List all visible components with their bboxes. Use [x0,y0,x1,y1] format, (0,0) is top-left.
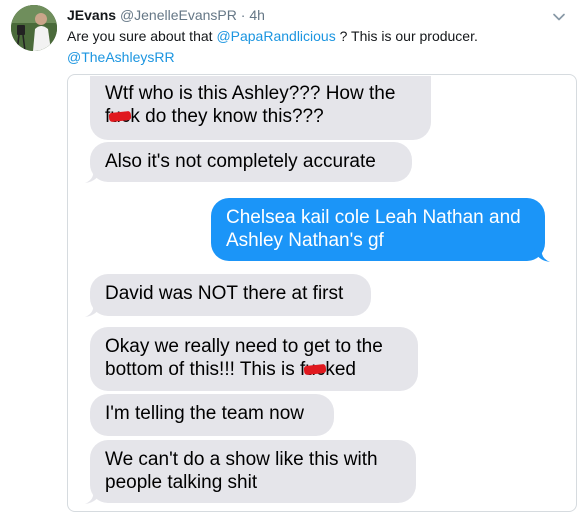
message-text: We can't do a show like this with [105,449,378,470]
message-bubble-sent: Chelsea kail cole Leah Nathan and Ashley… [211,198,550,262]
message-bubble-received: David was NOT there at first [85,274,371,317]
message-text: Ashley Nathan's gf [226,230,384,251]
chevron-down-icon[interactable] [552,10,566,24]
bubble-tail [85,303,101,317]
tweet-header: JEvans @JenelleEvansPR · 4h Are you sure… [67,6,567,67]
tweet-text-part: Are you sure about that [67,28,217,44]
tweet-text: Are you sure about that @PapaRandlicious… [67,27,567,46]
tweet-text-line-2: @TheAshleysRR [67,48,567,67]
author-handle[interactable]: @JenelleEvansPR [120,7,237,23]
message-bubble-received: Okay we really need to get to the bottom… [90,327,418,391]
message-bubble-received: We can't do a show like this with people… [85,440,416,504]
message-text: people talking shit [105,472,258,493]
mention-link[interactable]: @TheAshleysRR [67,49,175,65]
message-bubble-received: Also it's not completely accurate [85,142,412,183]
tweet-text-part: ? This is our producer. [335,28,478,44]
screenshot-media[interactable]: Wtf who is this Ashley??? How the fuck d… [67,74,577,512]
author-display-name[interactable]: JEvans [67,7,116,23]
message-text: Also it's not completely accurate [105,151,376,172]
bubble-tail [85,169,101,183]
mention-link[interactable]: @PapaRandlicious [216,28,335,44]
message-text-part: ked [325,359,356,380]
avatar-photo [11,5,57,51]
bubble-tail [85,490,101,504]
tweet-author-line: JEvans @JenelleEvansPR · 4h [67,6,567,24]
message-text: I'm telling the team now [105,403,304,424]
message-bubble-received: Wtf who is this Ashley??? How the fuck d… [90,76,431,140]
redaction-scribble: uc [110,106,131,127]
message-text: fuck do they know this??? [105,105,416,128]
message-text: Wtf who is this Ashley??? How the [105,83,396,104]
redaction-scribble: uc [305,359,326,380]
message-bubble-received: I'm telling the team now [90,394,334,436]
bubble-tail [534,248,550,262]
message-text: Okay we really need to get to the [105,336,383,357]
tweet-timestamp[interactable]: 4h [249,7,265,23]
message-text-part: bottom of this!!! This is f [105,359,306,380]
message-text: David was NOT there at first [105,283,344,304]
separator-dot: · [240,7,246,23]
message-text: bottom of this!!! This is fucked [105,358,403,381]
avatar[interactable] [11,5,57,51]
message-text-part: k do they know this??? [130,106,324,127]
message-text: Chelsea kail cole Leah Nathan and [226,207,521,228]
